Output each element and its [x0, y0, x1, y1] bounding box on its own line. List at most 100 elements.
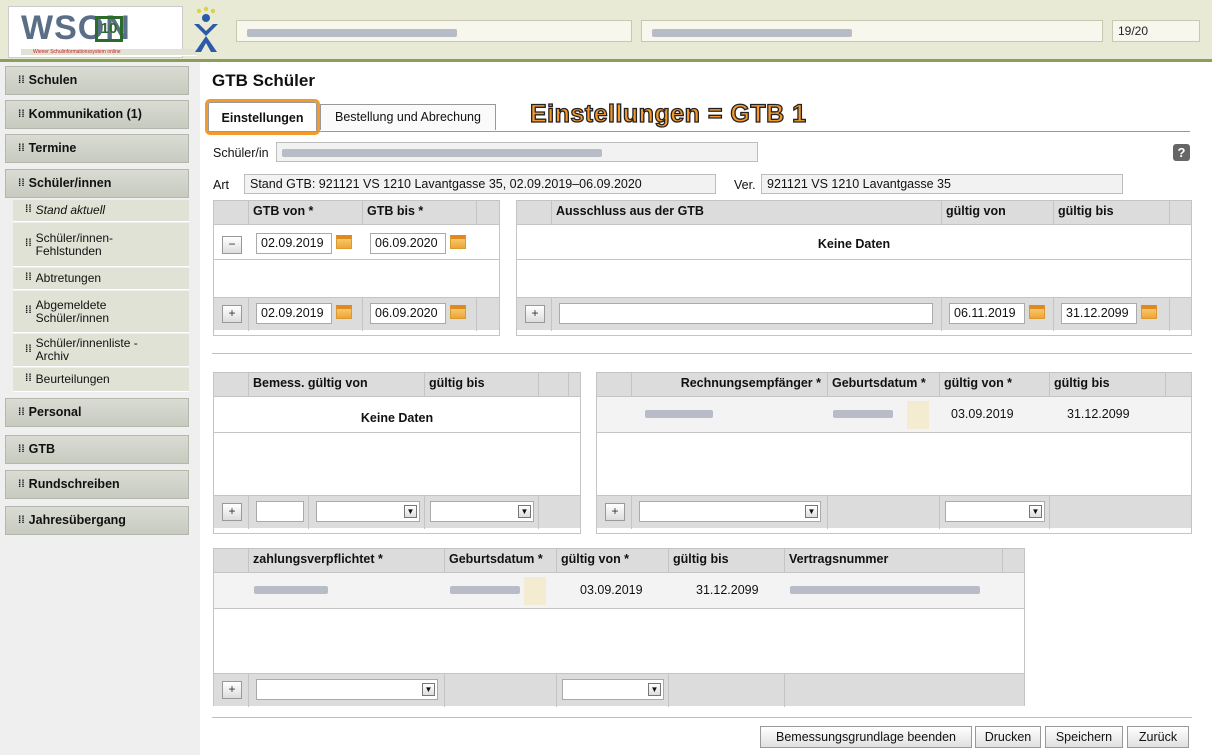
add-rechnungsempfaenger-button[interactable]: + [605, 503, 625, 521]
col-gueltig-bis: gültig bis [1049, 373, 1165, 397]
col-gtb-von: GTB von * [248, 201, 362, 225]
ausschluss-grid: Ausschluss aus der GTB gültig von gültig… [516, 200, 1192, 336]
sidebar-item-rundschreiben[interactable]: ⁞⁞ Rundschreiben [5, 470, 189, 499]
section-divider [212, 717, 1192, 718]
col-geburtsdatum: Geburtsdatum * [827, 373, 939, 397]
logo-subtitle: Wiener Schulinformationssystem online [21, 49, 197, 56]
col-geburtsdatum: Geburtsdatum * [444, 549, 556, 573]
calendar-icon[interactable] [1141, 305, 1157, 319]
remove-row-button[interactable]: − [222, 236, 242, 254]
new-gtb-von-input[interactable]: 02.09.2019 [256, 303, 332, 324]
back-button[interactable]: Zurück [1127, 726, 1189, 748]
ausschluss-von-input[interactable]: 06.11.2019 [949, 303, 1025, 324]
sidebar-item-jahresuebergang[interactable]: ⁞⁞ Jahresübergang [5, 506, 189, 535]
sidebar-item-kommunikation[interactable]: ⁞⁞ Kommunikation (1) [5, 100, 189, 129]
calendar-icon[interactable] [450, 235, 466, 249]
annotation-label: Einstellungen = GTB 1 [529, 99, 807, 128]
user-info-field [641, 20, 1103, 42]
chevron-down-icon: ▼ [518, 505, 531, 518]
section-divider [212, 353, 1192, 354]
ver-field: 921121 VS 1210 Lavantgasse 35 [761, 174, 1123, 194]
page-title: GTB Schüler [212, 71, 315, 90]
person-figure-icon [194, 6, 218, 52]
zahlungsverpflichtet-select[interactable]: ▼ [256, 679, 438, 700]
tab-einstellungen[interactable]: Einstellungen [205, 99, 320, 135]
sidebar-sub-abtretungen[interactable]: ⁞⁞ Abtretungen [13, 268, 189, 290]
school-year: 19/20 [1112, 20, 1200, 42]
col-gueltig-von: gültig von * [556, 549, 668, 573]
chevron-down-icon: ▼ [648, 683, 661, 696]
sidebar: ⁞⁞ Schulen ⁞⁞ Kommunikation (1) ⁞⁞ Termine … [0, 62, 200, 755]
main-content: GTB Schüler Einstellungen Bestellung und… [200, 62, 1212, 755]
print-button[interactable]: Drucken [975, 726, 1041, 748]
sidebar-item-schueler[interactable]: ⁞⁞ Schüler/innen [5, 169, 189, 198]
rechnung-von-select[interactable]: ▼ [945, 501, 1045, 522]
sidebar-sub-beurteilungen[interactable]: ⁞⁞ Beurteilungen [13, 368, 189, 392]
add-zahlungsverpflichtet-button[interactable]: + [222, 681, 242, 699]
col-vertragsnummer: Vertragsnummer [784, 549, 1002, 573]
col-gueltig-von: gültig von * [939, 373, 1049, 397]
sidebar-sub-archiv[interactable]: ⁞⁞ Schüler/innenliste - Archiv [13, 334, 189, 367]
chevron-down-icon: ▼ [1029, 505, 1042, 518]
help-icon[interactable]: ? [1173, 144, 1190, 161]
add-bemessung-button[interactable]: + [222, 503, 242, 521]
bemess-von-select[interactable]: ▼ [316, 501, 420, 522]
col-bemess-bis: gültig bis [424, 373, 538, 397]
rechnungsempfaenger-select[interactable]: ▼ [639, 501, 821, 522]
zahlung-gueltig-bis: 31.12.2099 [696, 583, 759, 597]
chevron-down-icon: ▼ [805, 505, 818, 518]
col-bemess-von: Bemess. gültig von [248, 373, 424, 397]
calendar-icon[interactable] [336, 305, 352, 319]
ausschluss-bis-input[interactable]: 31.12.2099 [1061, 303, 1137, 324]
schueler-label: Schüler/in [213, 146, 269, 160]
sidebar-item-personal[interactable]: ⁞⁞ Personal [5, 398, 189, 427]
sidebar-sub-abgemeldete[interactable]: ⁞⁞ Abgemeldete Schüler/innen [13, 291, 189, 333]
calendar-icon[interactable] [336, 235, 352, 249]
sidebar-sub-stand-aktuell[interactable]: ⁞⁞ Stand aktuell [13, 200, 189, 222]
sidebar-item-gtb[interactable]: ⁞⁞ GTB [5, 435, 189, 464]
zahlung-von-select[interactable]: ▼ [562, 679, 664, 700]
calendar-icon[interactable] [1029, 305, 1045, 319]
gtb-period-grid: GTB von * GTB bis * − 02.09.2019 06.09.2… [213, 200, 500, 336]
school-field [236, 20, 632, 42]
sidebar-item-schulen[interactable]: ⁞⁞ Schulen [5, 66, 189, 95]
col-zahlungsverpflichtet: zahlungsverpflichtet * [248, 549, 444, 573]
sidebar-item-termine[interactable]: ⁞⁞ Termine [5, 134, 189, 163]
bemess-bis-select[interactable]: ▼ [430, 501, 534, 522]
bemessung-grid: Bemess. gültig von gültig bis Keine Date… [213, 372, 581, 534]
gtb-bis-input[interactable]: 06.09.2020 [370, 233, 446, 254]
table-row[interactable]: 03.09.2019 31.12.2099 [214, 573, 1024, 608]
col-gueltig-von: gültig von [941, 201, 1053, 225]
tab-bestellung-abrechnung[interactable]: Bestellung und Abrechung [320, 104, 496, 130]
calendar-icon[interactable] [450, 305, 466, 319]
sidebar-sub-fehlstunden[interactable]: ⁞⁞ Schüler/innen-Fehlstunden [13, 223, 189, 267]
chevron-down-icon: ▼ [422, 683, 435, 696]
no-data-text: Keine Daten [817, 237, 891, 251]
gtb-von-input[interactable]: 02.09.2019 [256, 233, 332, 254]
ausschluss-input[interactable] [559, 303, 933, 324]
new-gtb-bis-input[interactable]: 06.09.2020 [370, 303, 446, 324]
wison-logo[interactable]: WSON 10 Wiener Schulinformationssystem o… [8, 6, 197, 58]
schueler-field [276, 142, 758, 162]
art-field: Stand GTB: 921121 VS 1210 Lavantgasse 35… [244, 174, 716, 194]
col-rechnungsempfaenger: Rechnungsempfänger * [631, 373, 827, 397]
col-ausschluss: Ausschluss aus der GTB [551, 201, 941, 225]
art-label: Art [213, 178, 229, 192]
col-gueltig-bis: gültig bis [1053, 201, 1169, 225]
chevron-down-icon: ▼ [404, 505, 417, 518]
add-ausschluss-button[interactable]: + [525, 305, 545, 323]
add-gtb-period-button[interactable]: + [222, 305, 242, 323]
save-button[interactable]: Speichern [1045, 726, 1123, 748]
bemessung-beenden-button[interactable]: Bemessungsgrundlage beenden [760, 726, 972, 748]
rechnung-gueltig-bis: 31.12.2099 [1067, 407, 1130, 421]
zahlung-gueltig-von: 03.09.2019 [580, 583, 643, 597]
rechnungsempfaenger-grid: Rechnungsempfänger * Geburtsdatum * gült… [596, 372, 1192, 534]
logo-number: 10 [95, 16, 123, 42]
col-gueltig-bis: gültig bis [668, 549, 784, 573]
table-row[interactable]: 03.09.2019 31.12.2099 [597, 397, 1191, 432]
tab-divider [208, 131, 1190, 132]
rechnung-gueltig-von: 03.09.2019 [951, 407, 1014, 421]
bemess-input[interactable] [256, 501, 304, 522]
zahlungsverpflichtet-grid: zahlungsverpflichtet * Geburtsdatum * gü… [213, 548, 1025, 707]
no-data-text: Keine Daten [360, 411, 434, 425]
